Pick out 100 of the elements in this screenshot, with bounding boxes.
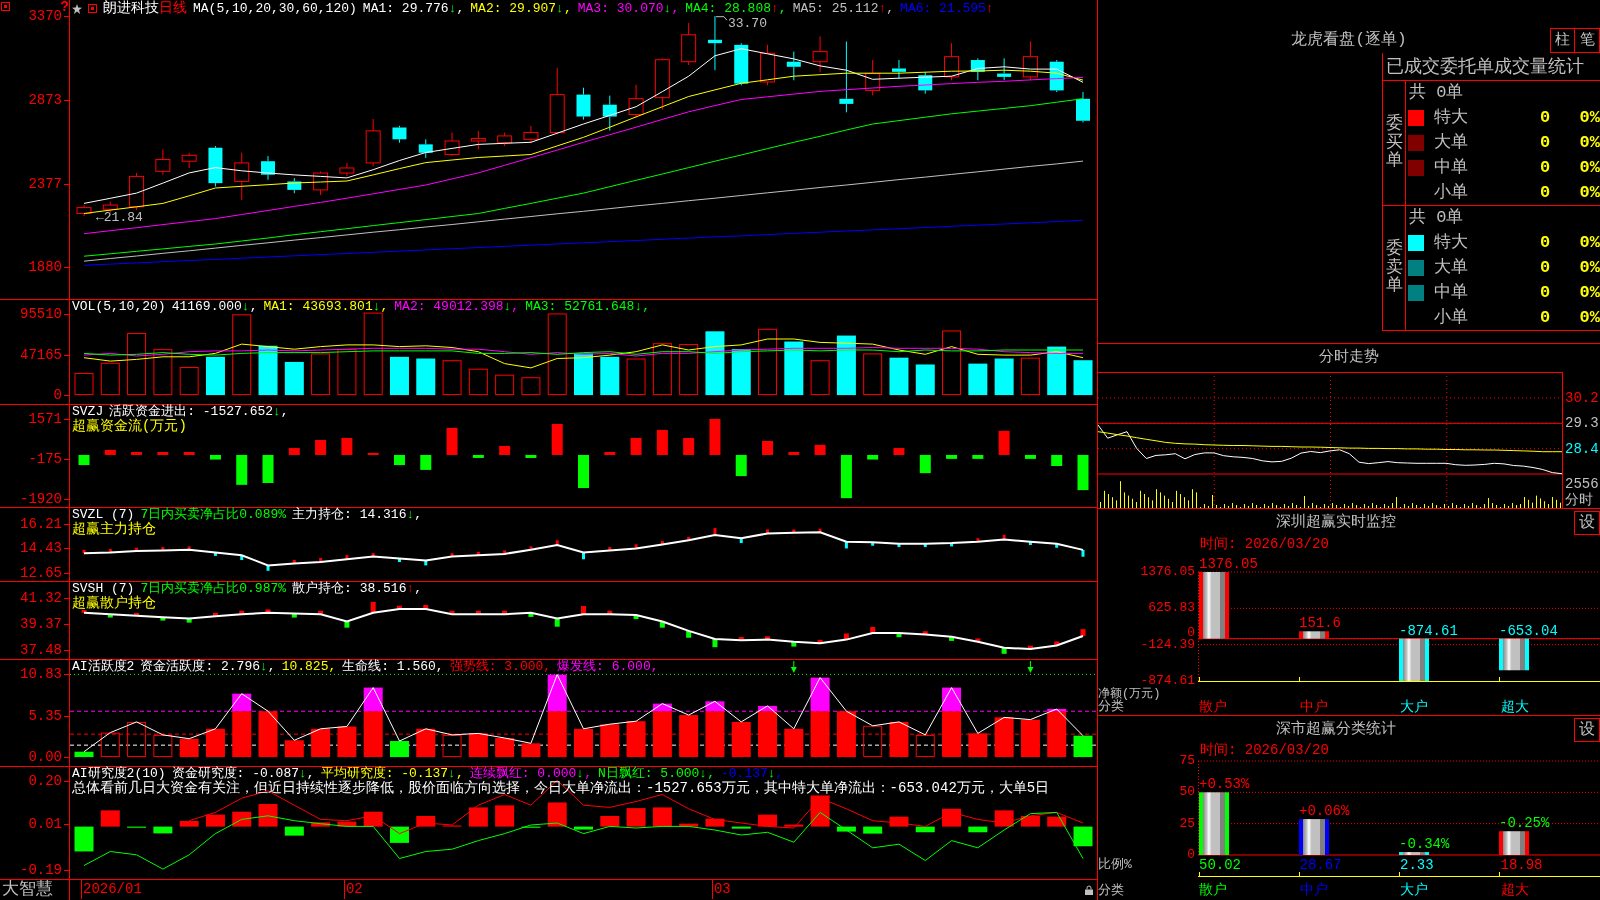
- chart-bar: [731, 721, 751, 758]
- chart-bar: [1073, 360, 1093, 396]
- category-label: 中户: [1298, 883, 1328, 897]
- chart-bar: [942, 330, 962, 396]
- category-label: 散户: [1198, 700, 1227, 714]
- chart-bar: [288, 448, 300, 455]
- chart-bar: [344, 621, 350, 628]
- order-count: 0: [1538, 132, 1552, 153]
- chart-bar: [258, 345, 278, 396]
- chart-bar: [919, 454, 931, 474]
- candlestick: [155, 148, 171, 176]
- chart-bar: [104, 449, 116, 455]
- chart-mode-button[interactable]: 柱: [1550, 28, 1575, 53]
- axis-label: -1920: [20, 492, 62, 507]
- chart-bar: [863, 725, 883, 758]
- candlestick: [576, 87, 591, 121]
- chart-bar: [582, 552, 585, 560]
- candlestick: [76, 204, 92, 217]
- axis-label: 2873: [28, 93, 62, 107]
- panel-title: 深市超赢分类统计: [1275, 722, 1397, 738]
- chart-bar: [1001, 647, 1007, 654]
- chart-bar: [153, 826, 173, 834]
- chart-bar: [713, 528, 717, 535]
- chart-bar: [179, 367, 199, 396]
- chart-mode-button[interactable]: 笔: [1575, 28, 1600, 53]
- chart-bar: [762, 440, 774, 455]
- chart-bar: [686, 630, 692, 638]
- chart-bar: [975, 638, 981, 642]
- chart-bar: [634, 544, 638, 549]
- chart-bar: [765, 636, 771, 640]
- axis-label: 3370: [28, 9, 62, 24]
- chart-bar: [1499, 831, 1529, 855]
- chart-bar: [863, 826, 883, 834]
- chart-bar: [1047, 346, 1067, 396]
- order-percent: 0%: [1578, 282, 1600, 303]
- order-total: 共 0单: [1409, 83, 1464, 103]
- indicator-caption: 超赢散户持仓: [72, 596, 156, 610]
- chart-bar: [660, 540, 664, 545]
- candlestick: [786, 51, 801, 81]
- chart-bar: [499, 446, 511, 455]
- panel-title: 深圳超赢实时监控: [1275, 515, 1397, 531]
- chart-bar: [1020, 357, 1040, 396]
- axis-label: 37.48: [20, 643, 62, 658]
- chart-bar: [345, 555, 349, 560]
- chart-bar: [205, 728, 225, 758]
- chart-bar: [100, 810, 120, 827]
- axis-label: 12.65: [20, 565, 62, 580]
- chart-bar: [502, 610, 508, 615]
- table-title: 已成交委托单成交量统计: [1386, 56, 1584, 77]
- chart-bar: [1081, 549, 1085, 557]
- chart-bar: [78, 454, 90, 466]
- axis-label: 41.32: [20, 590, 62, 605]
- chart-bar: [134, 612, 140, 616]
- value-label: 28.67: [1298, 858, 1342, 872]
- candlestick: [497, 132, 513, 147]
- chart-bar: [1199, 572, 1229, 639]
- settings-button[interactable]: 设: [1574, 511, 1600, 535]
- candlestick: [418, 138, 433, 159]
- chart-bar: [1047, 816, 1067, 827]
- group-label: 委卖单: [1385, 239, 1403, 297]
- chart-bar: [1027, 645, 1033, 650]
- candlestick: [812, 35, 828, 73]
- axis-label: 0.01: [28, 817, 62, 832]
- chart-bar: [292, 559, 296, 564]
- settings-button[interactable]: 设: [1574, 718, 1600, 742]
- chart-bar: [74, 826, 94, 852]
- axis-title: 分类: [1098, 700, 1124, 713]
- chart-bar: [416, 728, 436, 758]
- chart-bar: [318, 610, 324, 615]
- value-label: 18.98: [1499, 858, 1543, 872]
- candlestick: [602, 95, 617, 132]
- chart-bar: [337, 821, 357, 827]
- indicator-name: SVZL (7): [72, 508, 135, 522]
- chart-bar: [476, 551, 480, 556]
- chart-bar: [100, 362, 120, 396]
- chart-bar: [475, 610, 481, 615]
- axis-label: -0.19: [20, 862, 62, 877]
- chart-bar: [127, 721, 147, 758]
- category-label: 超大: [1499, 883, 1529, 897]
- panel-title: 龙虎看盘(逐单): [1291, 31, 1407, 49]
- candlestick: [287, 177, 302, 194]
- category-label: 超大: [1499, 700, 1529, 714]
- axis-label: -124.39: [1140, 638, 1195, 651]
- chart-bar: [915, 734, 935, 758]
- chart-bar: [311, 822, 331, 827]
- chart-bar: [161, 547, 165, 551]
- chart-bar: [735, 454, 747, 477]
- value-label: 2.33: [1399, 858, 1434, 872]
- value-label: 1376.05: [1199, 557, 1258, 571]
- chart-bar: [687, 536, 691, 541]
- chart-bar: [915, 826, 935, 833]
- chart-bar: [889, 721, 909, 758]
- chart-bar: [442, 360, 462, 396]
- chart-bar: [840, 454, 852, 499]
- chart-bar: [503, 550, 507, 554]
- chart-bar: [817, 639, 823, 644]
- indicator-value: N日飘红: 5.000↓,: [597, 767, 715, 781]
- chart-bar: [626, 358, 646, 396]
- chart-bar: [600, 816, 620, 827]
- chart-bar: [712, 638, 718, 648]
